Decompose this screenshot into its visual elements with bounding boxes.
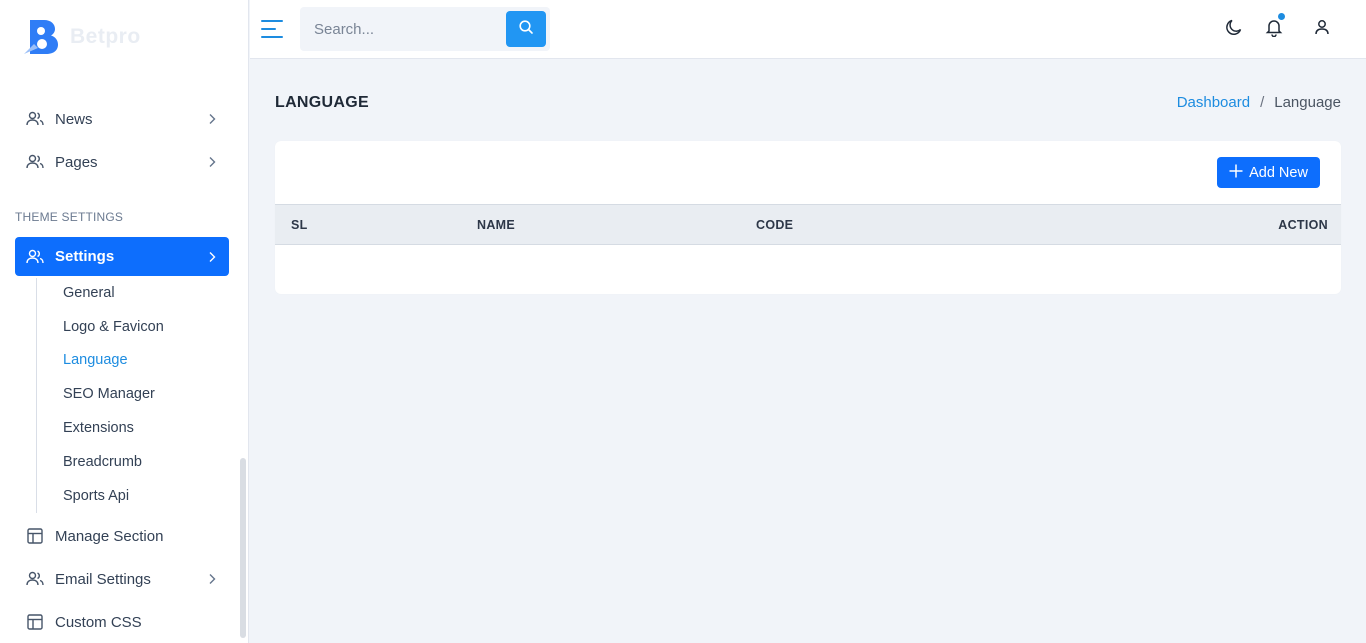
search-icon	[518, 19, 534, 40]
bell-icon	[1264, 17, 1284, 42]
layout-icon	[25, 612, 45, 632]
users-icon	[25, 247, 45, 267]
sidebar-item-label: Email Settings	[55, 570, 151, 588]
sidebar: Betpro News Pages THEME SETTINGS Setting…	[0, 0, 249, 643]
chevron-right-icon	[203, 153, 221, 171]
sidebar-item-label: Custom CSS	[55, 613, 142, 631]
sidebar-item-settings[interactable]: Settings	[15, 237, 229, 276]
sidebar-scrollbar[interactable]	[240, 458, 246, 638]
topbar	[250, 0, 1366, 59]
language-table-card: Add New SL NAME CODE ACTION	[275, 141, 1341, 294]
settings-submenu: General Logo & Favicon Language SEO Mana…	[36, 278, 226, 513]
breadcrumb-current: Language	[1274, 94, 1341, 111]
sidebar-item-label: Settings	[55, 248, 115, 265]
search-button[interactable]	[506, 11, 546, 47]
notifications-button[interactable]	[1262, 13, 1286, 42]
submenu-item-seo-manager[interactable]: SEO Manager	[63, 386, 155, 402]
breadcrumb-link-dashboard[interactable]: Dashboard	[1177, 94, 1250, 111]
user-icon	[1313, 18, 1331, 41]
brand-name: Betpro	[70, 25, 141, 48]
submenu-item-breadcrumb[interactable]: Breadcrumb	[63, 454, 142, 470]
layout-icon	[25, 526, 45, 546]
sidebar-item-manage-section[interactable]: Manage Section	[15, 517, 229, 555]
page-title: LANGUAGE	[275, 94, 369, 111]
plus-icon	[1229, 164, 1243, 182]
sidebar-section-title: THEME SETTINGS	[15, 210, 124, 224]
breadcrumb-separator: /	[1260, 94, 1265, 111]
submenu-item-sports-api[interactable]: Sports Api	[63, 488, 129, 504]
logo-mark-icon	[24, 18, 60, 56]
chevron-right-icon	[203, 570, 221, 588]
sidebar-item-custom-css[interactable]: Custom CSS	[15, 603, 229, 641]
submenu-item-general[interactable]: General	[63, 285, 115, 301]
submenu-item-extensions[interactable]: Extensions	[63, 420, 134, 436]
sidebar-item-email-settings[interactable]: Email Settings	[15, 560, 229, 598]
sidebar-item-label: Manage Section	[55, 527, 164, 545]
sidebar-item-label: News	[55, 110, 93, 128]
sidebar-item-label: Pages	[55, 153, 98, 171]
user-menu-button[interactable]	[1310, 17, 1334, 41]
chevron-right-icon	[203, 110, 221, 128]
brand-logo[interactable]: Betpro	[24, 18, 141, 56]
breadcrumb: Dashboard / Language	[1177, 94, 1341, 111]
submenu-item-logo-favicon[interactable]: Logo & Favicon	[63, 319, 164, 335]
chevron-right-icon	[203, 248, 221, 266]
dark-mode-toggle[interactable]	[1222, 17, 1246, 41]
moon-icon	[1224, 17, 1244, 42]
column-header-action: ACTION	[1278, 218, 1328, 232]
column-header-name: NAME	[477, 218, 516, 232]
add-new-label: Add New	[1249, 164, 1308, 181]
add-new-button[interactable]: Add New	[1217, 157, 1320, 188]
search-box	[300, 7, 550, 51]
column-header-sl: SL	[291, 218, 308, 232]
table-header: SL NAME CODE ACTION	[275, 204, 1341, 245]
sidebar-item-pages[interactable]: Pages	[15, 143, 229, 181]
sidebar-item-news[interactable]: News	[15, 100, 229, 138]
column-header-code: CODE	[756, 218, 794, 232]
notification-dot	[1278, 13, 1285, 20]
users-icon	[25, 109, 45, 129]
users-icon	[25, 569, 45, 589]
search-input[interactable]	[300, 7, 506, 51]
users-icon	[25, 152, 45, 172]
submenu-item-language[interactable]: Language	[63, 352, 128, 368]
hamburger-menu-icon[interactable]	[260, 19, 284, 39]
